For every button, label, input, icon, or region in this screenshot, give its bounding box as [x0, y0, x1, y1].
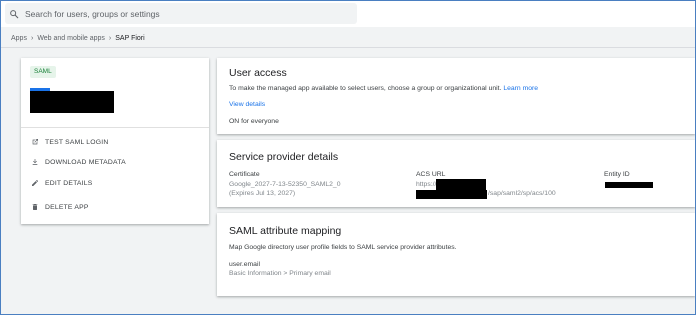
search-icon — [10, 9, 19, 18]
user-access-description-text: To make the managed app available to sel… — [229, 85, 502, 92]
user-access-status: ON for everyone — [229, 118, 279, 125]
redacted-entity-id — [605, 182, 653, 188]
user-access-description: To make the managed app available to sel… — [229, 85, 538, 92]
open-in-new-icon — [32, 139, 38, 145]
edit-details-label: EDIT DETAILS — [45, 179, 93, 187]
view-details-link[interactable]: View details — [229, 101, 265, 108]
test-saml-login-label: TEST SAML LOGIN — [45, 138, 109, 146]
certificate-name: Google_2027-7-13-52350_SAML2_0 — [229, 181, 341, 188]
user-access-title: User access — [229, 67, 287, 79]
certificate-expiry: (Expires Jul 13, 2027) — [229, 190, 296, 197]
attribute-mapping-title: SAML attribute mapping — [229, 225, 342, 237]
service-provider-title: Service provider details — [229, 151, 339, 163]
download-metadata-button[interactable]: DOWNLOAD METADATA — [31, 156, 126, 168]
acs-url-suffix: /sap/saml2/sp/acs/100 — [488, 190, 556, 197]
app-card: SAML TEST SAML LOGIN DOWNLOAD METADATA E… — [21, 58, 209, 224]
trash-icon — [32, 204, 38, 210]
breadcrumb-web-mobile-apps[interactable]: Web and mobile apps — [37, 35, 105, 42]
breadcrumb-divider — [1, 47, 695, 48]
service-provider-panel[interactable]: Service provider details Certificate Goo… — [217, 140, 695, 207]
breadcrumb: Apps › Web and mobile apps › SAP Fiori — [11, 32, 145, 44]
attribute-mapping-description: Map Google directory user profile fields… — [229, 244, 457, 251]
acs-url-prefix: https:// — [416, 181, 437, 188]
attribute-name: user.email — [229, 261, 260, 268]
redacted-acs-host — [436, 179, 486, 190]
acs-url-label: ACS URL — [416, 171, 446, 178]
redacted-app-logo — [30, 91, 114, 113]
certificate-label: Certificate — [229, 171, 260, 178]
test-saml-login-button[interactable]: TEST SAML LOGIN — [31, 136, 108, 148]
entity-id-label: Entity ID — [604, 171, 630, 178]
chevron-right-icon: › — [108, 34, 112, 42]
saml-badge: SAML — [30, 66, 56, 78]
search-box[interactable] — [5, 3, 357, 24]
user-access-panel[interactable]: User access To make the managed app avai… — [217, 58, 695, 134]
search-input[interactable] — [25, 8, 325, 19]
download-icon — [32, 159, 38, 165]
delete-app-label: DELETE APP — [45, 203, 89, 211]
attribute-mapping-panel[interactable]: SAML attribute mapping Map Google direct… — [217, 213, 695, 296]
delete-app-button[interactable]: DELETE APP — [31, 201, 89, 213]
download-metadata-label: DOWNLOAD METADATA — [45, 158, 126, 166]
card-divider — [21, 127, 209, 128]
breadcrumb-apps[interactable]: Apps — [11, 35, 27, 42]
chevron-right-icon: › — [30, 34, 34, 42]
learn-more-link[interactable]: Learn more — [503, 85, 538, 92]
redacted-acs-host-continued — [416, 190, 487, 199]
screenshot-frame: Apps › Web and mobile apps › SAP Fiori S… — [0, 0, 696, 315]
pencil-icon — [32, 180, 38, 186]
attribute-source: Basic Information > Primary email — [229, 270, 331, 277]
breadcrumb-current: SAP Fiori — [115, 34, 145, 42]
top-bar — [1, 1, 695, 27]
edit-details-button[interactable]: EDIT DETAILS — [31, 177, 92, 189]
